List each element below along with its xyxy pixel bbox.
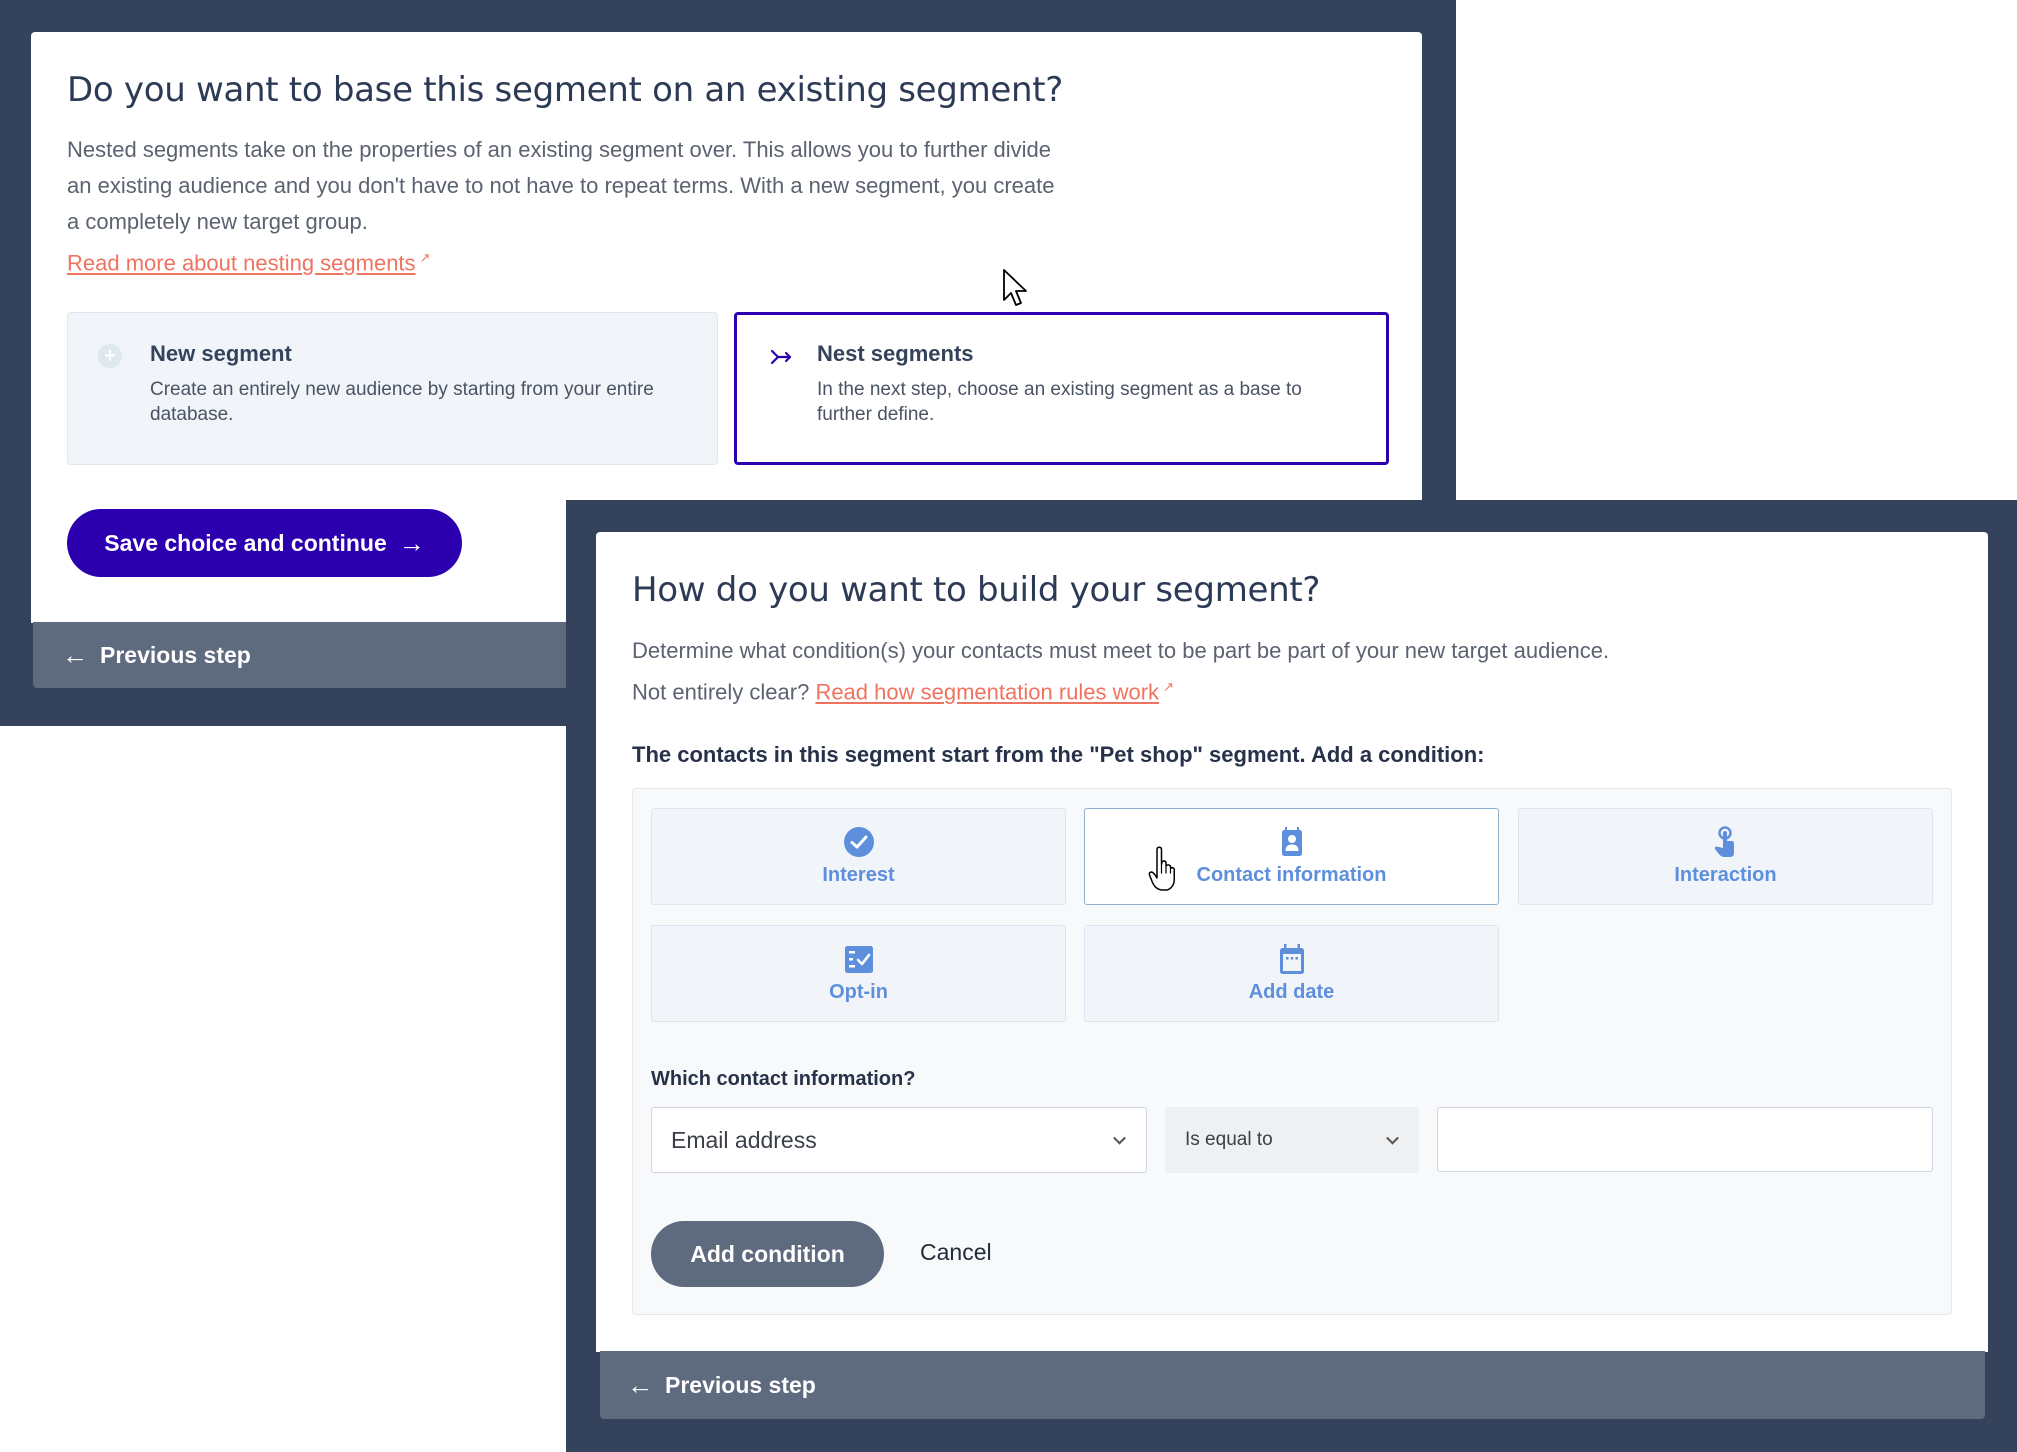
add-condition-button[interactable]: Add condition	[651, 1221, 884, 1287]
step1-title: Do you want to base this segment on an e…	[67, 70, 1064, 110]
nest-arrow-icon	[770, 349, 792, 365]
contact-card-icon	[1281, 827, 1302, 856]
save-choice-button[interactable]: Save choice and continue →	[67, 509, 462, 577]
choice-description: In the next step, choose an existing seg…	[817, 379, 1302, 425]
operator-select[interactable]: Is equal to	[1165, 1107, 1419, 1173]
check-circle-icon	[843, 827, 874, 857]
calendar-icon	[1279, 944, 1304, 974]
hand-pointer-icon	[1148, 846, 1175, 891]
arrow-left-icon: ←	[62, 639, 88, 670]
previous-step-label: Previous step	[100, 641, 251, 668]
step2-previous-step-button[interactable]: ← Previous step	[600, 1351, 1985, 1419]
condition-type-interaction[interactable]: Interaction	[1518, 808, 1933, 905]
condition-value-input[interactable]	[1437, 1107, 1933, 1172]
choice-new-segment[interactable]: + New segment Create an entirely new aud…	[67, 312, 718, 465]
tile-label: Interest	[822, 864, 895, 886]
plus-circle-icon: +	[98, 344, 122, 368]
tile-label: Interaction	[1674, 864, 1777, 886]
choice-description: Create an entirely new audience by start…	[150, 379, 654, 425]
segment-start-notice: The contacts in this segment start from …	[632, 742, 1485, 767]
arrow-left-icon: ←	[627, 1369, 653, 1400]
condition-type-interest[interactable]: Interest	[651, 808, 1066, 905]
contact-field-select[interactable]: Email address	[651, 1107, 1147, 1173]
external-link-icon: ↗	[419, 250, 431, 265]
save-choice-label: Save choice and continue	[104, 529, 387, 556]
which-contact-info-label: Which contact information?	[651, 1068, 916, 1090]
previous-step-label: Previous step	[665, 1371, 816, 1398]
step1-description-text: Nested segments take on the properties o…	[67, 137, 1055, 234]
external-link-icon: ↗	[1163, 679, 1174, 694]
cancel-button[interactable]: Cancel	[920, 1239, 992, 1266]
segmentation-rules-link[interactable]: Read how segmentation rules work	[815, 679, 1159, 704]
choice-title: Nest segments	[817, 341, 974, 366]
arrow-right-icon: →	[398, 527, 425, 558]
chevron-down-icon	[1386, 1131, 1399, 1145]
choice-nest-segments[interactable]: Nest segments In the next step, choose a…	[734, 312, 1389, 465]
step2-title: How do you want to build your segment?	[632, 570, 1321, 610]
chevron-down-icon	[1113, 1131, 1126, 1145]
checklist-icon	[844, 946, 873, 973]
tile-label: Opt-in	[829, 981, 888, 1003]
tap-hand-icon	[1714, 826, 1734, 857]
choice-title: New segment	[150, 341, 292, 366]
step2-description: Determine what condition(s) your contact…	[632, 633, 1632, 710]
step1-description: Nested segments take on the properties o…	[67, 132, 1057, 281]
mouse-pointer-icon	[1003, 269, 1027, 306]
segmentation-rules-link-label: Read how segmentation rules work	[815, 679, 1160, 705]
condition-type-add-date[interactable]: Add date	[1084, 925, 1499, 1022]
operator-value: Is equal to	[1185, 1129, 1273, 1150]
tile-label: Contact information	[1196, 864, 1387, 886]
condition-type-contact-information[interactable]: Contact information	[1084, 808, 1499, 905]
condition-type-opt-in[interactable]: Opt-in	[651, 925, 1066, 1022]
contact-field-value: Email address	[671, 1126, 817, 1153]
nesting-help-link[interactable]: Read more about nesting segments	[67, 250, 416, 275]
tile-label: Add date	[1248, 981, 1335, 1003]
nesting-help-link-label: Read more about nesting segments	[67, 250, 416, 276]
